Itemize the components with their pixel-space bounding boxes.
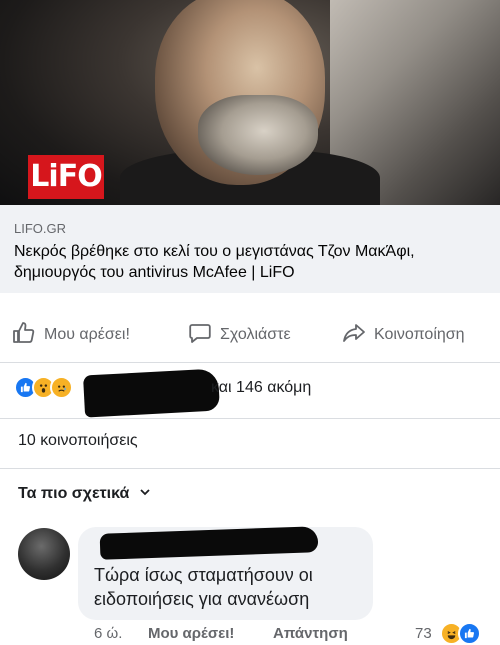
reactions-summary[interactable] — [14, 375, 73, 399]
comment-like-reaction-icon — [458, 622, 481, 645]
like-label: Μου αρέσει! — [44, 326, 130, 343]
commenter-avatar[interactable] — [18, 528, 70, 580]
post-image[interactable]: LiFO — [0, 0, 500, 205]
reactions-count-text[interactable]: και 146 ακόμη — [211, 379, 311, 397]
divider-shares — [0, 468, 500, 469]
link-domain: LIFO.GR — [14, 221, 67, 236]
comments-filter-label: Τα πιο σχετικά — [18, 485, 130, 502]
share-button[interactable]: Κοινοποίηση — [342, 318, 465, 352]
lifo-logo: LiFO — [28, 155, 104, 199]
comment-like-button[interactable]: Μου αρέσει! — [148, 625, 234, 642]
comments-filter[interactable]: Τα πιο σχετικά — [18, 485, 151, 503]
post-actions: Μου αρέσει! Σχολιάστε Κοινοποίηση — [0, 318, 500, 352]
shares-count[interactable]: 10 κοινοποιήσεις — [18, 432, 138, 450]
comment-time[interactable]: 6 ώ. — [94, 625, 122, 642]
divider-actions — [0, 362, 500, 363]
image-beard — [198, 95, 318, 175]
comment-text: Τώρα ίσως σταματήσουν οι ειδοποιήσεις γι… — [94, 565, 313, 609]
sad-reaction-icon — [50, 375, 73, 399]
link-title[interactable]: Νεκρός βρέθηκε στο κελί του ο μεγιστάνας… — [14, 241, 484, 283]
comment-label: Σχολιάστε — [220, 326, 291, 343]
share-arrow-icon — [342, 321, 366, 350]
share-label: Κοινοποίηση — [374, 326, 465, 343]
like-button[interactable]: Μου αρέσει! — [12, 318, 130, 352]
thumbs-up-icon — [12, 321, 36, 350]
link-preview[interactable]: LIFO.GR Νεκρός βρέθηκε στο κελί του ο με… — [0, 205, 500, 293]
chevron-down-icon — [139, 485, 151, 503]
comment-reaction-count[interactable]: 73 — [415, 625, 432, 642]
divider-reactions — [0, 418, 500, 419]
comment-button[interactable]: Σχολιάστε — [188, 318, 291, 352]
comment-reply-button[interactable]: Απάντηση — [273, 625, 348, 642]
redacted-names — [82, 368, 221, 418]
comment-reactions[interactable] — [440, 622, 481, 645]
speech-bubble-icon — [188, 321, 212, 350]
